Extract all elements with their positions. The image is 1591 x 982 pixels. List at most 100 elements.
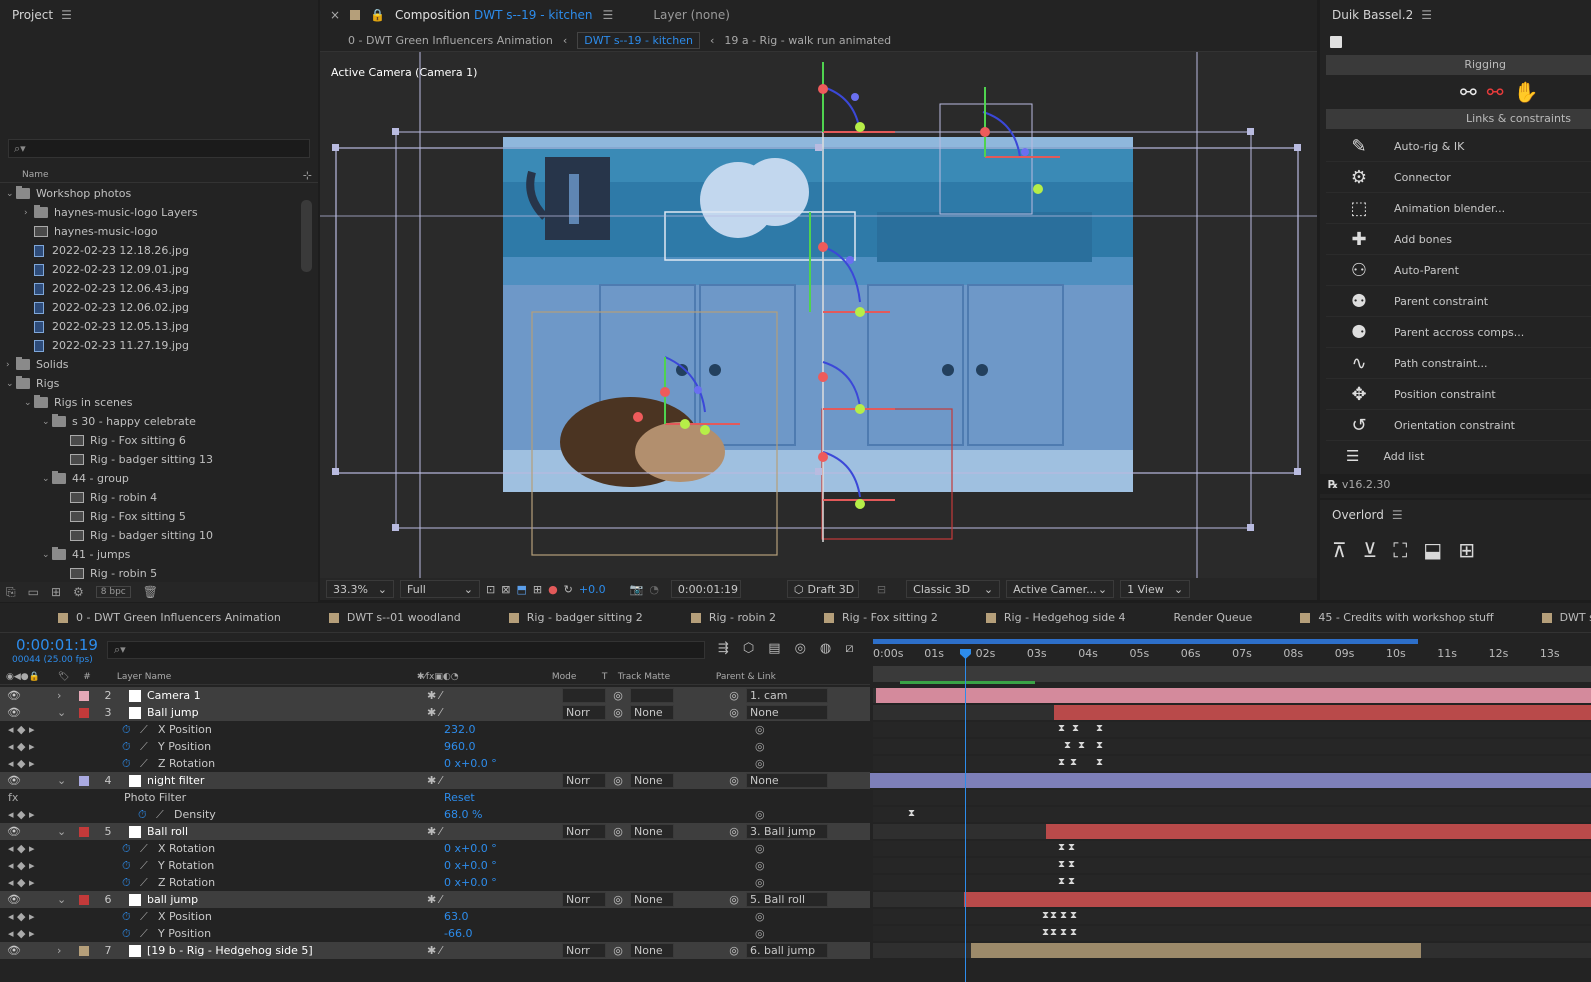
- layer-duration-bar[interactable]: [870, 773, 1591, 788]
- track-row[interactable]: [873, 909, 1591, 924]
- project-item[interactable]: ⌄ s 30 - happy celebrate: [0, 412, 300, 431]
- keyframe[interactable]: ⧗: [1070, 927, 1077, 938]
- twirl-icon[interactable]: ⌄: [57, 774, 71, 787]
- mode-select[interactable]: Norr: [562, 892, 606, 907]
- expression-pickwhip-icon[interactable]: ◎: [755, 740, 765, 753]
- project-item[interactable]: 2022-02-23 12.05.13.jpg: [0, 317, 300, 336]
- chevron-down-icon[interactable]: ⌄: [6, 189, 16, 199]
- trash-icon[interactable]: 🗑: [143, 585, 158, 599]
- layer-duration-bar[interactable]: [964, 892, 1591, 907]
- keyframe-nav-icon[interactable]: fx: [8, 791, 58, 804]
- keyframe[interactable]: ⧗: [1078, 740, 1085, 751]
- breadcrumb-item-1[interactable]: DWT s--19 - kitchen: [577, 32, 700, 49]
- keyframe[interactable]: ⧗: [1096, 757, 1103, 768]
- timeline-tab[interactable]: Rig - Hedgehog side 4: [985, 611, 1126, 624]
- keyframe[interactable]: ⧗: [1068, 859, 1075, 870]
- keyframe[interactable]: ⧗: [1068, 842, 1075, 853]
- mode-select[interactable]: Norr: [562, 943, 606, 958]
- hamburger-menu-icon[interactable]: ☰: [61, 8, 72, 22]
- timeline-tab[interactable]: Render Queue: [1174, 611, 1253, 624]
- column-mode[interactable]: Mode: [552, 672, 602, 682]
- keyframe-nav-icon[interactable]: ◂ ◆ ▸: [8, 842, 58, 855]
- track-matte-select[interactable]: None: [630, 705, 674, 720]
- graph-icon[interactable]: ⟋: [140, 876, 148, 890]
- project-item[interactable]: Rig - robin 4: [0, 488, 300, 507]
- new-comp-icon[interactable]: ⊞: [51, 585, 61, 599]
- track-matte-select[interactable]: None: [630, 824, 674, 839]
- layer-name[interactable]: Ball jump: [147, 706, 427, 719]
- property-row[interactable]: ◂ ◆ ▸ ⏱ ⟋ Z Rotation 0 x+0.0 ° ◎: [0, 874, 870, 891]
- region-of-interest-icon[interactable]: ⊡: [486, 583, 495, 596]
- track-matte-select[interactable]: None: [630, 773, 674, 788]
- keyframe[interactable]: ⧗: [1050, 927, 1057, 938]
- keyframe[interactable]: ⧗: [1058, 859, 1065, 870]
- keyframe[interactable]: ⧗: [1060, 910, 1067, 921]
- chevron-down-icon[interactable]: ⌄: [42, 417, 52, 427]
- duik-tool-8[interactable]: ✥ Position constraint: [1326, 379, 1591, 410]
- layer-row[interactable]: 👁 › 7 [19 b - Rig - Hedgehog side 5] ✱ ⁄ Norr…: [0, 942, 870, 959]
- property-value[interactable]: Reset: [444, 791, 475, 804]
- property-row[interactable]: ◂ ◆ ▸ ⏱ ⟋ Y Position -66.0 ◎: [0, 925, 870, 942]
- duik-tool-1[interactable]: ⚙ Connector: [1326, 162, 1591, 193]
- switches-icons[interactable]: ✱ ⁄: [427, 825, 562, 838]
- timeline-tab[interactable]: Rig - Fox sitting 2: [823, 611, 938, 624]
- track-row[interactable]: [873, 841, 1591, 856]
- track-matte-select[interactable]: [630, 688, 674, 703]
- twirl-icon[interactable]: ⌄: [57, 706, 71, 719]
- eye-icon[interactable]: 👁: [7, 689, 57, 702]
- layer-row[interactable]: 👁 ⌄ 6 ball jump ✱ ⁄ Norr ◎ None ◎ 5. Ball roll: [0, 891, 870, 908]
- keyframe[interactable]: ⧗: [1072, 723, 1079, 734]
- parent-select[interactable]: 1. cam: [746, 688, 828, 703]
- keyframe[interactable]: ⧗: [908, 808, 915, 819]
- layer-row[interactable]: 👁 › 2 Camera 1 ✱ ⁄ ◎ ◎ 1. cam: [0, 687, 870, 704]
- layer-duration-bar[interactable]: [1054, 705, 1591, 720]
- expression-pickwhip-icon[interactable]: ◎: [755, 757, 765, 770]
- camera-select[interactable]: Active Camer... ⌄: [1006, 580, 1115, 598]
- keyframe-nav-icon[interactable]: ◂ ◆ ▸: [8, 808, 58, 821]
- exposure-value[interactable]: +0.0: [579, 583, 606, 596]
- column-track-matte[interactable]: Track Matte: [618, 672, 716, 682]
- mode-select[interactable]: Norr: [562, 705, 606, 720]
- stopwatch-icon[interactable]: ⏱: [122, 842, 131, 856]
- duik-title[interactable]: Duik Bassel.2: [1332, 8, 1413, 22]
- graph-icon[interactable]: ⟋: [156, 808, 164, 822]
- layer-name[interactable]: Camera 1: [147, 689, 427, 702]
- property-row[interactable]: ◂ ◆ ▸ ⏱ ⟋ Y Position 960.0 ◎: [0, 738, 870, 755]
- lock-icon[interactable]: 🔒: [370, 8, 385, 22]
- project-item[interactable]: Rig - badger sitting 13: [0, 450, 300, 469]
- expression-pickwhip-icon[interactable]: ◎: [755, 842, 765, 855]
- keyframe[interactable]: ⧗: [1050, 910, 1057, 921]
- project-item[interactable]: Rig - Fox sitting 5: [0, 507, 300, 526]
- stopwatch-icon[interactable]: ⏱: [122, 859, 131, 873]
- views-select[interactable]: 1 View ⌄: [1120, 580, 1191, 598]
- renderer-select[interactable]: Classic 3D ⌄: [906, 580, 1001, 598]
- keyframe-nav-icon[interactable]: ◂ ◆ ▸: [8, 757, 58, 770]
- property-row[interactable]: fx Photo Filter Reset: [0, 789, 870, 806]
- track-row[interactable]: [873, 790, 1591, 805]
- stopwatch-icon[interactable]: ⏱: [122, 910, 131, 924]
- keyframe-nav-icon[interactable]: ◂ ◆ ▸: [8, 723, 58, 736]
- chevron-down-icon[interactable]: ⌄: [6, 379, 16, 389]
- track-matte-select[interactable]: None: [630, 892, 674, 907]
- draft-3d-toggle[interactable]: ⬡ Draft 3D: [786, 580, 859, 598]
- comp-viewer[interactable]: Active Camera (Camera 1): [320, 52, 1317, 578]
- preserve-transparency-icon[interactable]: ◎: [606, 944, 630, 957]
- duik-section-links[interactable]: Links & constraints: [1326, 109, 1591, 129]
- track-row[interactable]: [873, 756, 1591, 771]
- pull-from-ae-icon[interactable]: ⊻: [1363, 538, 1378, 562]
- keyframe[interactable]: ⧗: [1058, 723, 1065, 734]
- layer-duration-bar[interactable]: [1046, 824, 1591, 839]
- project-item[interactable]: Rig - Fox sitting 6: [0, 431, 300, 450]
- hand-tool-icon[interactable]: ✋: [1514, 80, 1539, 104]
- switches-icons[interactable]: ✱ ⁄: [427, 944, 562, 957]
- project-item[interactable]: ⌄ 41 - jumps: [0, 545, 300, 564]
- keyframe[interactable]: ⧗: [1060, 927, 1067, 938]
- chevron-down-icon[interactable]: ⌄: [42, 550, 52, 560]
- project-item[interactable]: 2022-02-23 12.06.02.jpg: [0, 298, 300, 317]
- keyframe[interactable]: ⧗: [1058, 757, 1065, 768]
- property-value[interactable]: -66.0: [444, 927, 472, 940]
- keyframe[interactable]: ⧗: [1058, 842, 1065, 853]
- timeline-tab[interactable]: Rig - robin 2: [690, 611, 776, 624]
- eye-icon[interactable]: 👁: [7, 893, 57, 906]
- duik-tool-0[interactable]: ✎ Auto-rig & IK: [1326, 131, 1591, 162]
